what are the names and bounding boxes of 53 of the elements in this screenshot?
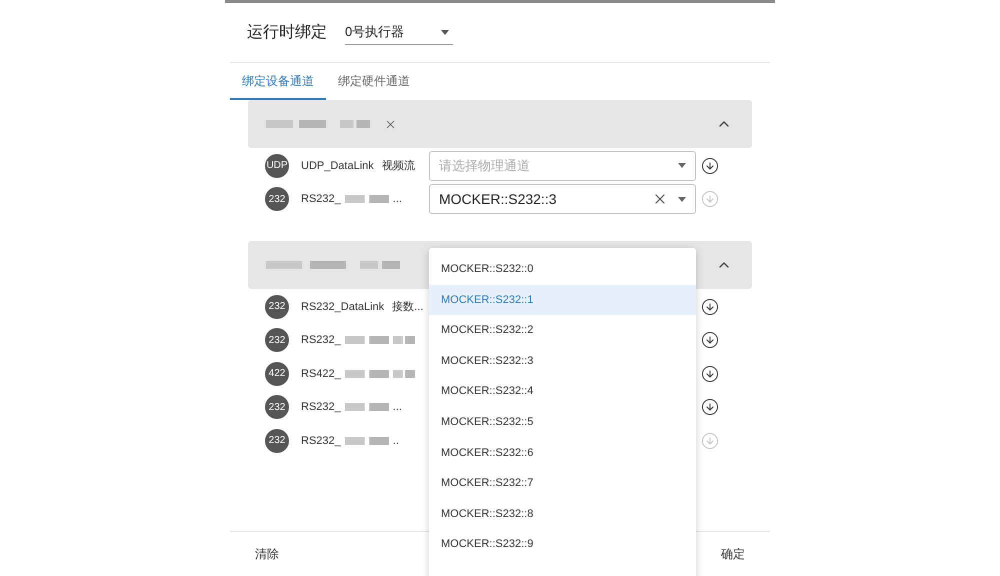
blurred-text (344, 368, 389, 379)
dropdown-option[interactable]: MOCKER::S232::0 (429, 254, 696, 285)
confirm-button[interactable]: 确定 (721, 544, 745, 562)
download-icon[interactable] (701, 156, 719, 175)
download-icon[interactable] (701, 398, 719, 416)
dropdown-option[interactable]: MOCKER::S232::6 (429, 438, 696, 468)
blurred-text (340, 119, 370, 129)
caret-icon (678, 196, 686, 202)
dropdown-option[interactable]: MOCKER::S232::3 (429, 346, 696, 376)
dropdown-option[interactable]: MOCKER::S232::8 (429, 498, 696, 530)
channel-name: RS232_ (301, 333, 341, 348)
channel-badge: 232 (265, 395, 289, 420)
dropdown-option[interactable]: MOCKER::S232::4 (429, 376, 696, 407)
channel-name: RS232_DataLink (301, 300, 384, 314)
channel-select[interactable]: MOCKER::S232::3 (429, 184, 696, 214)
executor-select[interactable]: 0号执行器 (345, 20, 453, 44)
channel-badge: 422 (265, 362, 289, 386)
channel-badge: UDP (265, 154, 289, 178)
dropdown-option[interactable]: MOCKER::S232::7 (429, 468, 696, 499)
channel-description: 视频流 (382, 158, 415, 174)
channel-name: RS232_ (301, 400, 341, 415)
blurred-text (266, 119, 326, 129)
clear-button[interactable]: 清除 (255, 544, 279, 562)
channel-name: RS232_ (301, 192, 341, 207)
channel-description: .. (392, 434, 399, 448)
channel-description: ... (392, 192, 402, 207)
dialog-title: 运行时绑定 (247, 22, 327, 42)
blurred-text (360, 260, 400, 270)
dropdown-option[interactable]: MOCKER::S232::5 (429, 406, 696, 438)
download-icon[interactable] (701, 364, 719, 383)
caret-icon (441, 30, 449, 34)
blurred-text (344, 402, 389, 412)
channel-description: 接数... (392, 300, 424, 314)
channel-badge: 232 (265, 428, 289, 453)
blurred-text (392, 335, 415, 346)
dropdown-option[interactable]: MOCKER::S232::1 (429, 284, 696, 316)
blurred-text (344, 194, 389, 204)
download-icon[interactable] (701, 331, 719, 350)
blurred-text (344, 436, 389, 446)
channel-badge: 232 (265, 328, 289, 352)
dropdown-option[interactable]: MOCKER::S232::2 (429, 315, 696, 346)
channel-description: ... (392, 400, 402, 415)
channel-name: RS422_ (301, 366, 341, 382)
download-icon[interactable] (701, 298, 719, 316)
tab[interactable]: 绑定硬件通道 (326, 63, 422, 100)
channel-name: RS232_ (301, 434, 341, 448)
channel-badge: 232 (265, 294, 289, 319)
caret-icon (678, 163, 686, 168)
blurred-text (392, 368, 415, 379)
blurred-text (344, 335, 389, 346)
dropdown-option[interactable]: MOCKER::S232::9 (429, 529, 696, 560)
channel-name: UDP_DataLink (301, 158, 374, 174)
channel-badge: 232 (265, 187, 289, 212)
